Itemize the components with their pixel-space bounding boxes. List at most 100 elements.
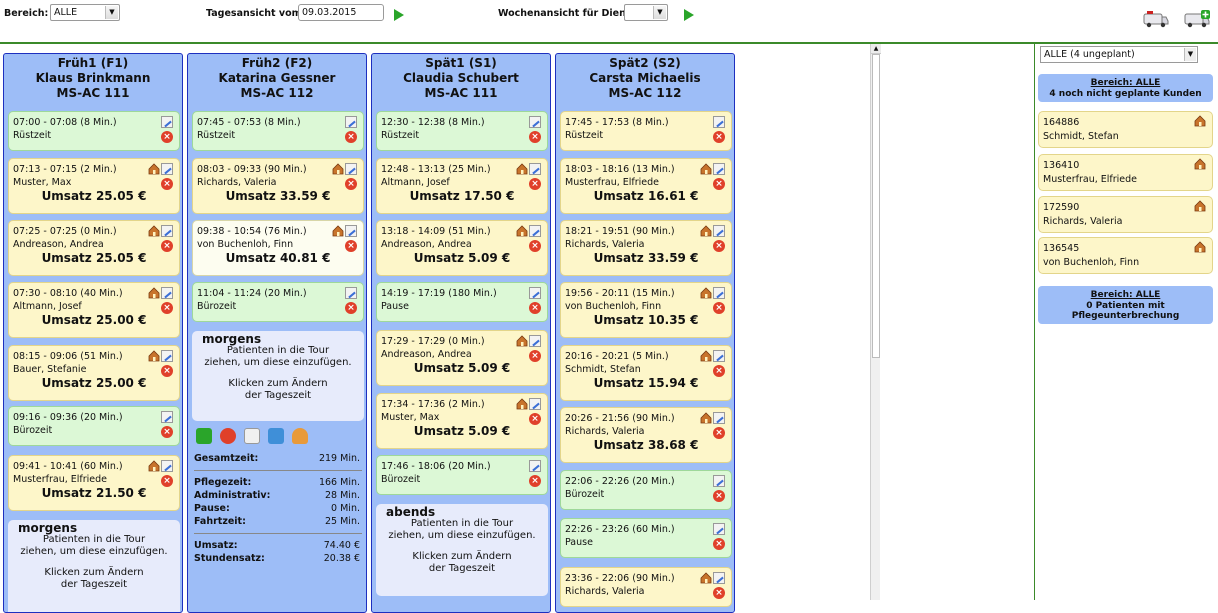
delete-icon[interactable]: × xyxy=(345,302,357,314)
tour-stop-card[interactable]: 07:13 - 07:15 (2 Min.) Muster, Max Umsatz … xyxy=(8,158,180,214)
tour-stop-card[interactable]: 17:29 - 17:29 (0 Min.) Andreason, Andrea U… xyxy=(376,330,548,386)
house-icon[interactable] xyxy=(332,163,344,175)
bereich-link[interactable]: Bereich: ALLE xyxy=(1091,78,1161,88)
scroll-thumb[interactable] xyxy=(872,54,880,358)
tour-stop-card[interactable]: 07:30 - 08:10 (40 Min.) Altmann, Josef Ums… xyxy=(8,282,180,338)
delete-icon[interactable]: × xyxy=(713,240,725,252)
edit-icon[interactable] xyxy=(713,475,725,487)
edit-icon[interactable] xyxy=(161,350,173,362)
tour-stop-card[interactable]: 09:38 - 10:54 (76 Min.) von Buchenloh, Fi… xyxy=(192,220,364,276)
delete-icon[interactable]: × xyxy=(713,365,725,377)
delete-icon[interactable]: × xyxy=(161,475,173,487)
add-person-icon[interactable] xyxy=(292,428,308,444)
delete-icon[interactable]: × xyxy=(529,413,541,425)
edit-icon[interactable] xyxy=(345,287,357,299)
delete-icon[interactable]: × xyxy=(345,131,357,143)
tour-stop-card[interactable]: 20:16 - 20:21 (5 Min.) Schmidt, Stefan Ums… xyxy=(560,345,732,401)
delete-icon[interactable]: × xyxy=(713,490,725,502)
edit-icon[interactable] xyxy=(713,350,725,362)
edit-icon[interactable] xyxy=(244,428,260,444)
edit-icon[interactable] xyxy=(161,460,173,472)
edit-icon[interactable] xyxy=(345,163,357,175)
house-icon[interactable] xyxy=(148,163,160,175)
edit-icon[interactable] xyxy=(529,335,541,347)
tour-stop-card[interactable]: 09:41 - 10:41 (60 Min.) Musterfrau, Elfri… xyxy=(8,455,180,511)
bereich-select[interactable]: ALLE ▼ xyxy=(50,4,120,21)
box-icon[interactable] xyxy=(268,428,284,444)
add-vehicle-icon[interactable] xyxy=(1184,10,1210,28)
tour-stop-card[interactable]: 17:34 - 17:36 (2 Min.) Muster, Max Umsatz … xyxy=(376,393,548,449)
drop-zone[interactable]: abends Patienten in die Tour ziehen, um … xyxy=(376,504,548,596)
edit-icon[interactable] xyxy=(713,412,725,424)
edit-icon[interactable] xyxy=(345,225,357,237)
delete-icon[interactable]: × xyxy=(529,302,541,314)
delete-icon[interactable]: × xyxy=(713,538,725,550)
edit-icon[interactable] xyxy=(713,523,725,535)
delete-icon[interactable]: × xyxy=(345,240,357,252)
edit-icon[interactable] xyxy=(345,116,357,128)
delete-icon[interactable]: × xyxy=(161,365,173,377)
tour-stop-card[interactable]: 11:04 - 11:24 (20 Min.) Bürozeit × xyxy=(192,282,364,322)
house-icon[interactable] xyxy=(700,412,712,424)
delete-icon[interactable]: × xyxy=(345,178,357,190)
go-day-play-icon[interactable] xyxy=(394,9,404,21)
edit-icon[interactable] xyxy=(161,225,173,237)
edit-icon[interactable] xyxy=(713,163,725,175)
drop-zone[interactable]: morgens Patienten in die Tour ziehen, um… xyxy=(192,331,364,421)
house-icon[interactable] xyxy=(700,287,712,299)
unplanned-filter-select[interactable]: ALLE (4 ungeplant) ▼ xyxy=(1040,46,1198,63)
delete-icon[interactable]: × xyxy=(529,131,541,143)
tour-stop-card[interactable]: 14:19 - 17:19 (180 Min.) Pause × xyxy=(376,282,548,322)
edit-icon[interactable] xyxy=(713,572,725,584)
delete-icon[interactable]: × xyxy=(713,131,725,143)
tour-stop-card[interactable]: 23:36 - 22:06 (90 Min.) Richards, Valeria… xyxy=(560,567,732,607)
house-icon[interactable] xyxy=(1194,241,1206,253)
house-icon[interactable] xyxy=(700,163,712,175)
tour-stop-card[interactable]: 07:45 - 07:53 (8 Min.) Rüstzeit × xyxy=(192,111,364,151)
edit-icon[interactable] xyxy=(529,460,541,472)
house-icon[interactable] xyxy=(1194,158,1206,170)
house-icon[interactable] xyxy=(332,225,344,237)
unplanned-patient-card[interactable]: 136410 Musterfrau, Elfriede xyxy=(1038,154,1213,191)
tour-stop-card[interactable]: 13:18 - 14:09 (51 Min.) Andreason, Andrea… xyxy=(376,220,548,276)
house-icon[interactable] xyxy=(516,398,528,410)
house-icon[interactable] xyxy=(700,572,712,584)
edit-icon[interactable] xyxy=(161,411,173,423)
house-icon[interactable] xyxy=(700,350,712,362)
drop-zone[interactable]: morgens Patienten in die Tour ziehen, um… xyxy=(8,520,180,612)
tour-stop-card[interactable]: 08:15 - 09:06 (51 Min.) Bauer, Stefanie Um… xyxy=(8,345,180,401)
house-icon[interactable] xyxy=(516,163,528,175)
unplanned-patient-card[interactable]: 172590 Richards, Valeria xyxy=(1038,196,1213,233)
tour-stop-card[interactable]: 17:46 - 18:06 (20 Min.) Bürozeit × xyxy=(376,455,548,495)
go-week-play-icon[interactable] xyxy=(684,9,694,21)
tour-stop-card[interactable]: 18:21 - 19:51 (90 Min.) Richards, Valeria… xyxy=(560,220,732,276)
edit-icon[interactable] xyxy=(529,225,541,237)
edit-icon[interactable] xyxy=(529,116,541,128)
edit-icon[interactable] xyxy=(529,287,541,299)
tour-stop-card[interactable]: 12:48 - 13:13 (25 Min.) Altmann, Josef Ums… xyxy=(376,158,548,214)
delete-icon[interactable] xyxy=(220,428,236,444)
tour-stop-card[interactable]: 19:56 - 20:11 (15 Min.) von Buchenloh, Fi… xyxy=(560,282,732,338)
vertical-scrollbar[interactable]: ▲ xyxy=(870,44,881,600)
dienst-select[interactable]: ▼ xyxy=(624,4,668,21)
delete-icon[interactable]: × xyxy=(713,427,725,439)
tour-stop-card[interactable]: 20:26 - 21:56 (90 Min.) Richards, Valeria… xyxy=(560,407,732,463)
tour-stop-card[interactable]: 18:03 - 18:16 (13 Min.) Musterfrau, Elfri… xyxy=(560,158,732,214)
edit-icon[interactable] xyxy=(713,116,725,128)
house-icon[interactable] xyxy=(148,350,160,362)
edit-icon[interactable] xyxy=(529,163,541,175)
house-icon[interactable] xyxy=(700,225,712,237)
delete-icon[interactable]: × xyxy=(713,178,725,190)
delete-icon[interactable]: × xyxy=(161,426,173,438)
date-input[interactable]: 09.03.2015 xyxy=(298,4,384,21)
delete-icon[interactable]: × xyxy=(713,302,725,314)
delete-icon[interactable]: × xyxy=(713,587,725,599)
refresh-icon[interactable] xyxy=(196,428,212,444)
delete-icon[interactable]: × xyxy=(529,350,541,362)
tour-stop-card[interactable]: 12:30 - 12:38 (8 Min.) Rüstzeit × xyxy=(376,111,548,151)
tour-stop-card[interactable]: 08:03 - 09:33 (90 Min.) Richards, Valeria… xyxy=(192,158,364,214)
tour-stop-card[interactable]: 22:26 - 23:26 (60 Min.) Pause × xyxy=(560,518,732,558)
tour-stop-card[interactable]: 22:06 - 22:26 (20 Min.) Bürozeit × xyxy=(560,470,732,510)
house-icon[interactable] xyxy=(148,225,160,237)
house-icon[interactable] xyxy=(148,287,160,299)
